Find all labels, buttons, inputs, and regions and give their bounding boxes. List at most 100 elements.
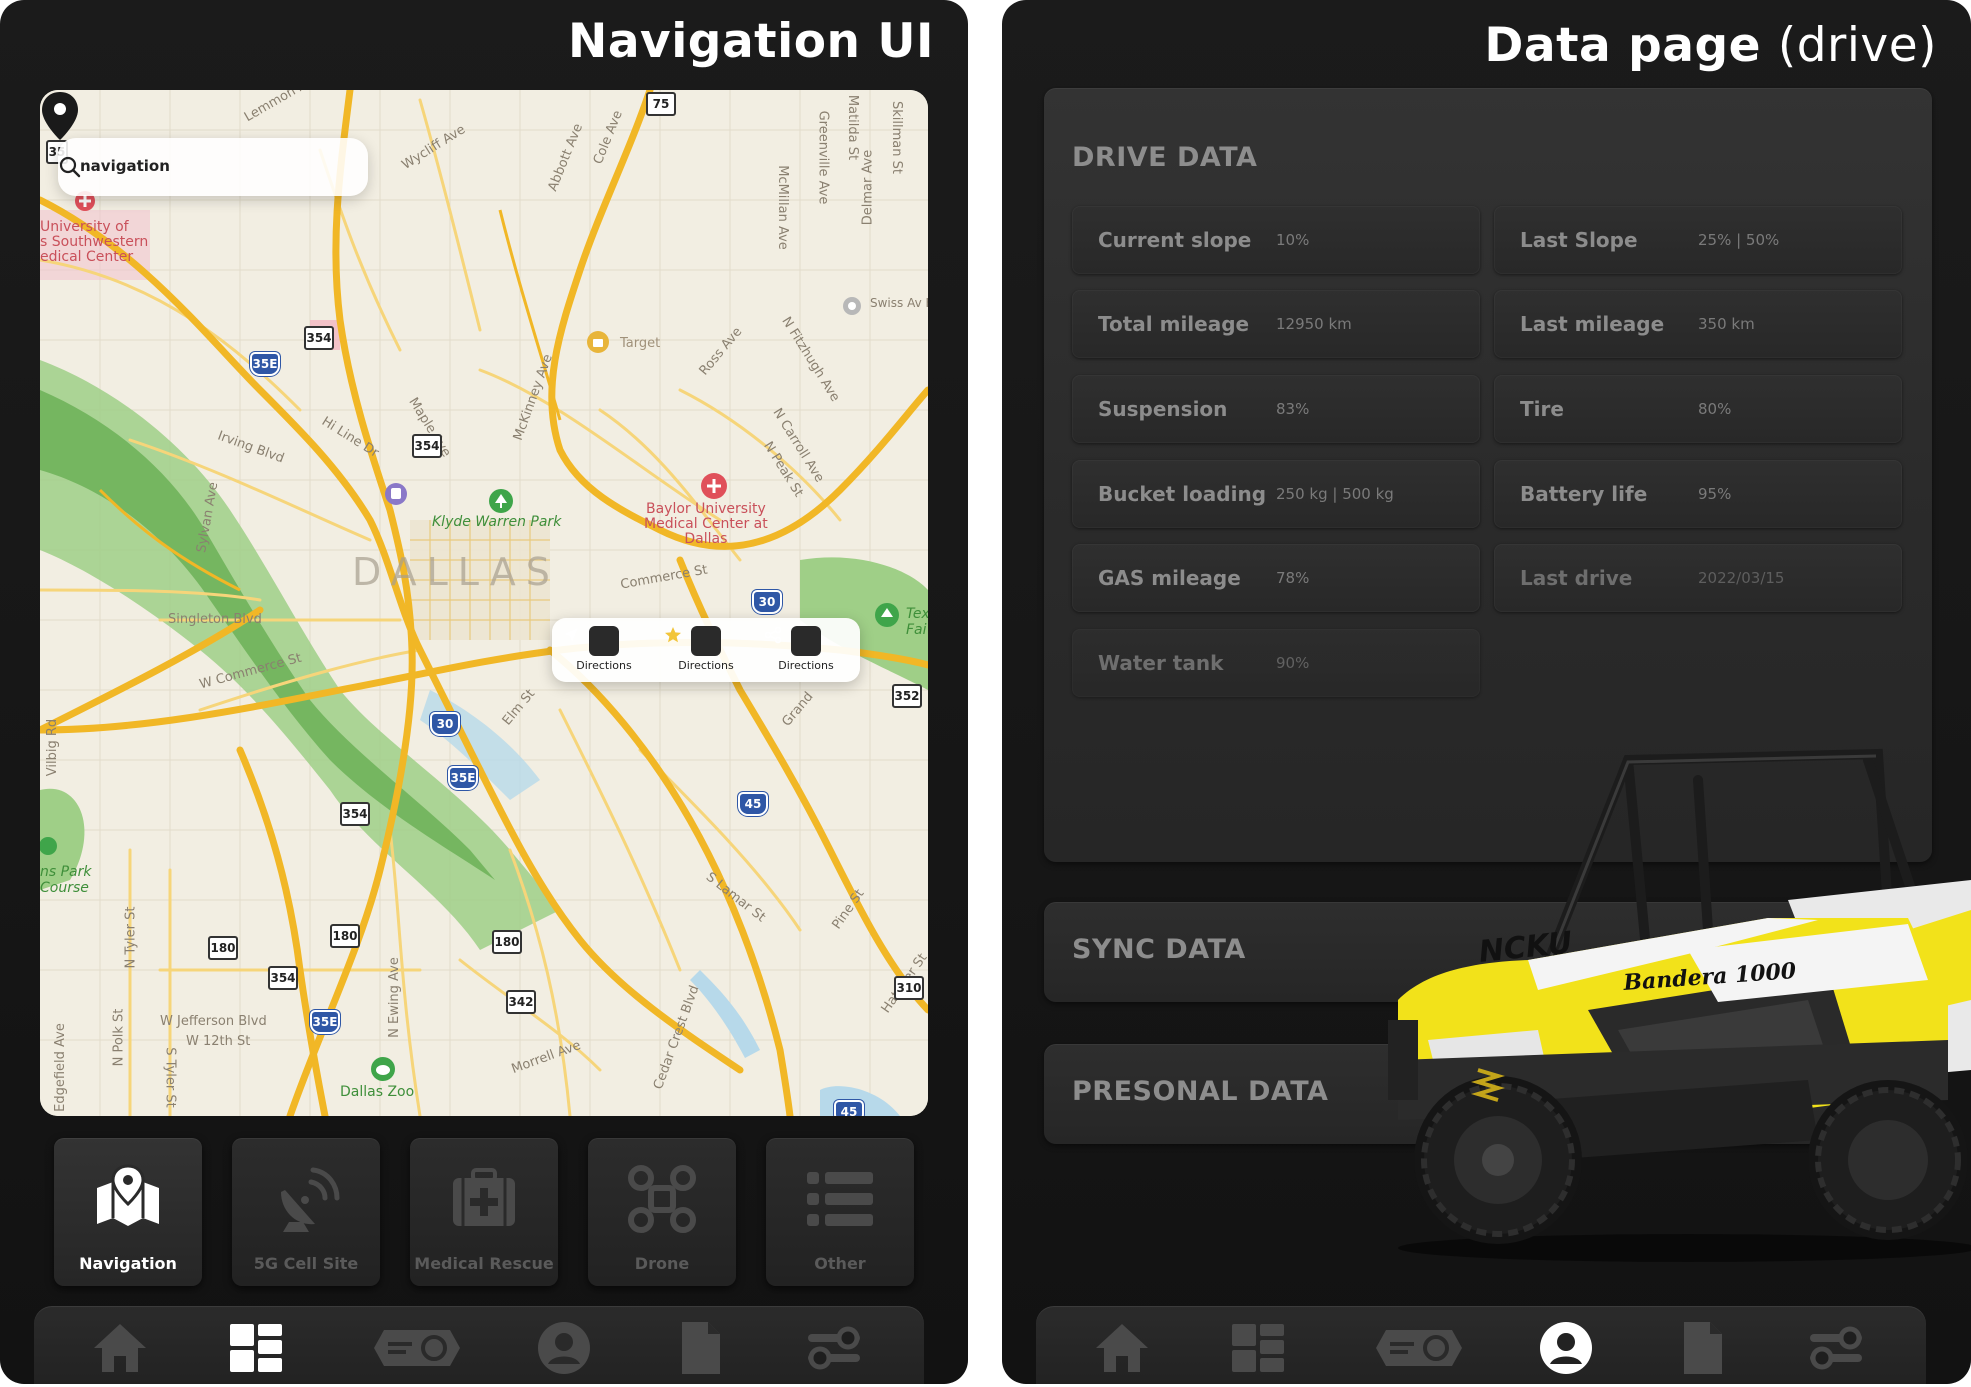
poi-label: Dallas Zoo	[340, 1084, 415, 1100]
route-shield: 30	[430, 712, 460, 736]
shopping-marker-icon[interactable]	[586, 330, 610, 354]
map-search-bar[interactable]: navigation	[58, 138, 368, 196]
map-label: Matilda St	[845, 94, 861, 161]
document-icon[interactable]	[1672, 1320, 1732, 1376]
map-label: Vilbig Rd	[45, 718, 61, 777]
data-row-tire: Tire 80%	[1494, 375, 1902, 443]
route-shield: 354	[304, 326, 334, 350]
route-shield: 310	[894, 976, 924, 1000]
ticket-icon[interactable]	[372, 1320, 462, 1376]
data-row-last-mileage: Last mileage 350 km	[1494, 290, 1902, 358]
landmark-marker-icon[interactable]	[842, 296, 862, 316]
bottom-navigation-bar	[34, 1306, 924, 1384]
data-row-water-tank: Water tank 90%	[1072, 629, 1480, 697]
route-shield: 354	[412, 434, 442, 458]
map-view[interactable]: Wycliff Ave Abbott Ave Cole Ave McMillan…	[40, 90, 928, 1116]
route-shield: 45	[834, 1100, 864, 1116]
route-shield: 354	[340, 802, 370, 826]
app-tile-drone[interactable]: Drone	[588, 1138, 736, 1286]
search-icon[interactable]	[58, 155, 82, 179]
share-button[interactable]: Directions	[764, 626, 848, 672]
hospital-marker-icon[interactable]	[700, 472, 728, 500]
zoo-marker-icon[interactable]	[370, 1056, 396, 1082]
data-row-total-mileage: Total mileage 12950 km	[1072, 290, 1480, 358]
navigation-panel: Navigation UI Wycliff Ave Abbott Ave Col…	[0, 0, 968, 1384]
route-shield: 180	[330, 924, 360, 948]
poi-label: Baylor University Medical Center at Dall…	[644, 501, 768, 547]
poi-label: University of s Southwestern edical Cent…	[40, 219, 149, 265]
route-shield: 342	[506, 990, 536, 1014]
directions-button[interactable]: Directions	[562, 626, 646, 672]
home-icon[interactable]	[90, 1320, 150, 1376]
dashboard-icon[interactable]	[226, 1320, 286, 1376]
satellite-dish-icon	[281, 1167, 340, 1232]
ticket-icon[interactable]	[1374, 1320, 1464, 1376]
route-shield: 180	[208, 936, 238, 960]
list-icon	[807, 1172, 873, 1226]
settings-icon[interactable]	[804, 1320, 864, 1376]
map-label: McMillan Ave	[774, 165, 790, 250]
map-label: N Polk St	[111, 1008, 127, 1067]
data-row-bucket-loading: Bucket loading 250 kg | 500 kg	[1072, 460, 1480, 528]
map-label: Target	[620, 336, 661, 351]
map-label: N Ewing Ave	[386, 957, 402, 1038]
app-tile-5g-cell-site[interactable]: 5G Cell Site	[232, 1138, 380, 1286]
route-shield: 75	[646, 92, 676, 116]
section-title: DRIVE DATA	[1072, 142, 1258, 173]
dashboard-icon[interactable]	[1228, 1320, 1288, 1376]
medical-kit-icon	[453, 1168, 515, 1226]
data-row-last-drive: Last drive 2022/03/15	[1494, 544, 1902, 612]
transit-marker-icon[interactable]	[384, 482, 408, 506]
section-title: SYNC DATA	[1072, 934, 1246, 965]
park-marker-icon[interactable]	[488, 488, 514, 514]
map-label: Singleton Blvd	[168, 612, 262, 627]
data-row-battery-life: Battery life 95%	[1494, 460, 1902, 528]
map-label: Edgefield Ave	[52, 1023, 68, 1112]
map-label: Skillman St	[888, 101, 904, 174]
panel-title: Data page (drive)	[1484, 18, 1937, 73]
location-pin-icon[interactable]	[40, 90, 80, 142]
drone-icon	[628, 1165, 696, 1233]
map-label: Delmar Ave	[860, 149, 876, 226]
panel-title: Navigation UI	[568, 14, 934, 69]
settings-icon[interactable]	[1806, 1320, 1866, 1376]
document-icon[interactable]	[670, 1320, 730, 1376]
poi-label: Klyde Warren Park	[432, 514, 562, 530]
map-canvas	[40, 90, 928, 1116]
city-label: DALLAS	[352, 550, 560, 594]
data-row-current-slope: Current slope 10%	[1072, 206, 1480, 274]
location-actions-popup: Directions Directions Directions	[552, 618, 860, 682]
route-shield: 45	[738, 792, 768, 816]
map-label: Greenville Ave	[815, 110, 831, 205]
map-label: N Tyler St	[123, 906, 139, 969]
map-label: Swiss Av Historic	[870, 296, 928, 310]
route-shield: 35E	[310, 1010, 340, 1034]
utv-vehicle-image: NCKU Bandera 1000	[1388, 748, 1971, 1262]
park-marker-icon[interactable]	[874, 602, 900, 628]
map-label: W 12th St	[186, 1034, 251, 1049]
map-icon	[97, 1164, 159, 1226]
poi-label: ns Park Course	[40, 864, 92, 896]
share-icon	[764, 626, 821, 656]
golf-marker-icon[interactable]	[40, 834, 60, 858]
data-row-suspension: Suspension 83%	[1072, 375, 1480, 443]
wheel	[1808, 1080, 1968, 1240]
bottom-navigation-bar	[1036, 1306, 1926, 1384]
app-tile-medical-rescue[interactable]: Medical Rescue	[410, 1138, 558, 1286]
section-title: PRESONAL DATA	[1072, 1076, 1329, 1107]
search-input[interactable]: navigation	[80, 157, 170, 175]
home-icon[interactable]	[1092, 1320, 1152, 1376]
app-tile-other[interactable]: Other	[766, 1138, 914, 1286]
navigation-arrow-icon	[564, 626, 619, 656]
route-shield: 30	[752, 590, 782, 614]
user-icon[interactable]	[1536, 1320, 1596, 1376]
route-shield: 354	[268, 966, 298, 990]
wheel	[1414, 1076, 1582, 1244]
map-label: W Jefferson Blvd	[160, 1014, 267, 1029]
app-tile-navigation[interactable]: Navigation	[54, 1138, 202, 1286]
route-shield: 352	[892, 684, 922, 708]
map-label: S Tyler St	[162, 1047, 178, 1108]
user-icon[interactable]	[534, 1320, 594, 1376]
data-row-gas-mileage: GAS mileage 78%	[1072, 544, 1480, 612]
favorite-button[interactable]: Directions	[664, 626, 748, 672]
